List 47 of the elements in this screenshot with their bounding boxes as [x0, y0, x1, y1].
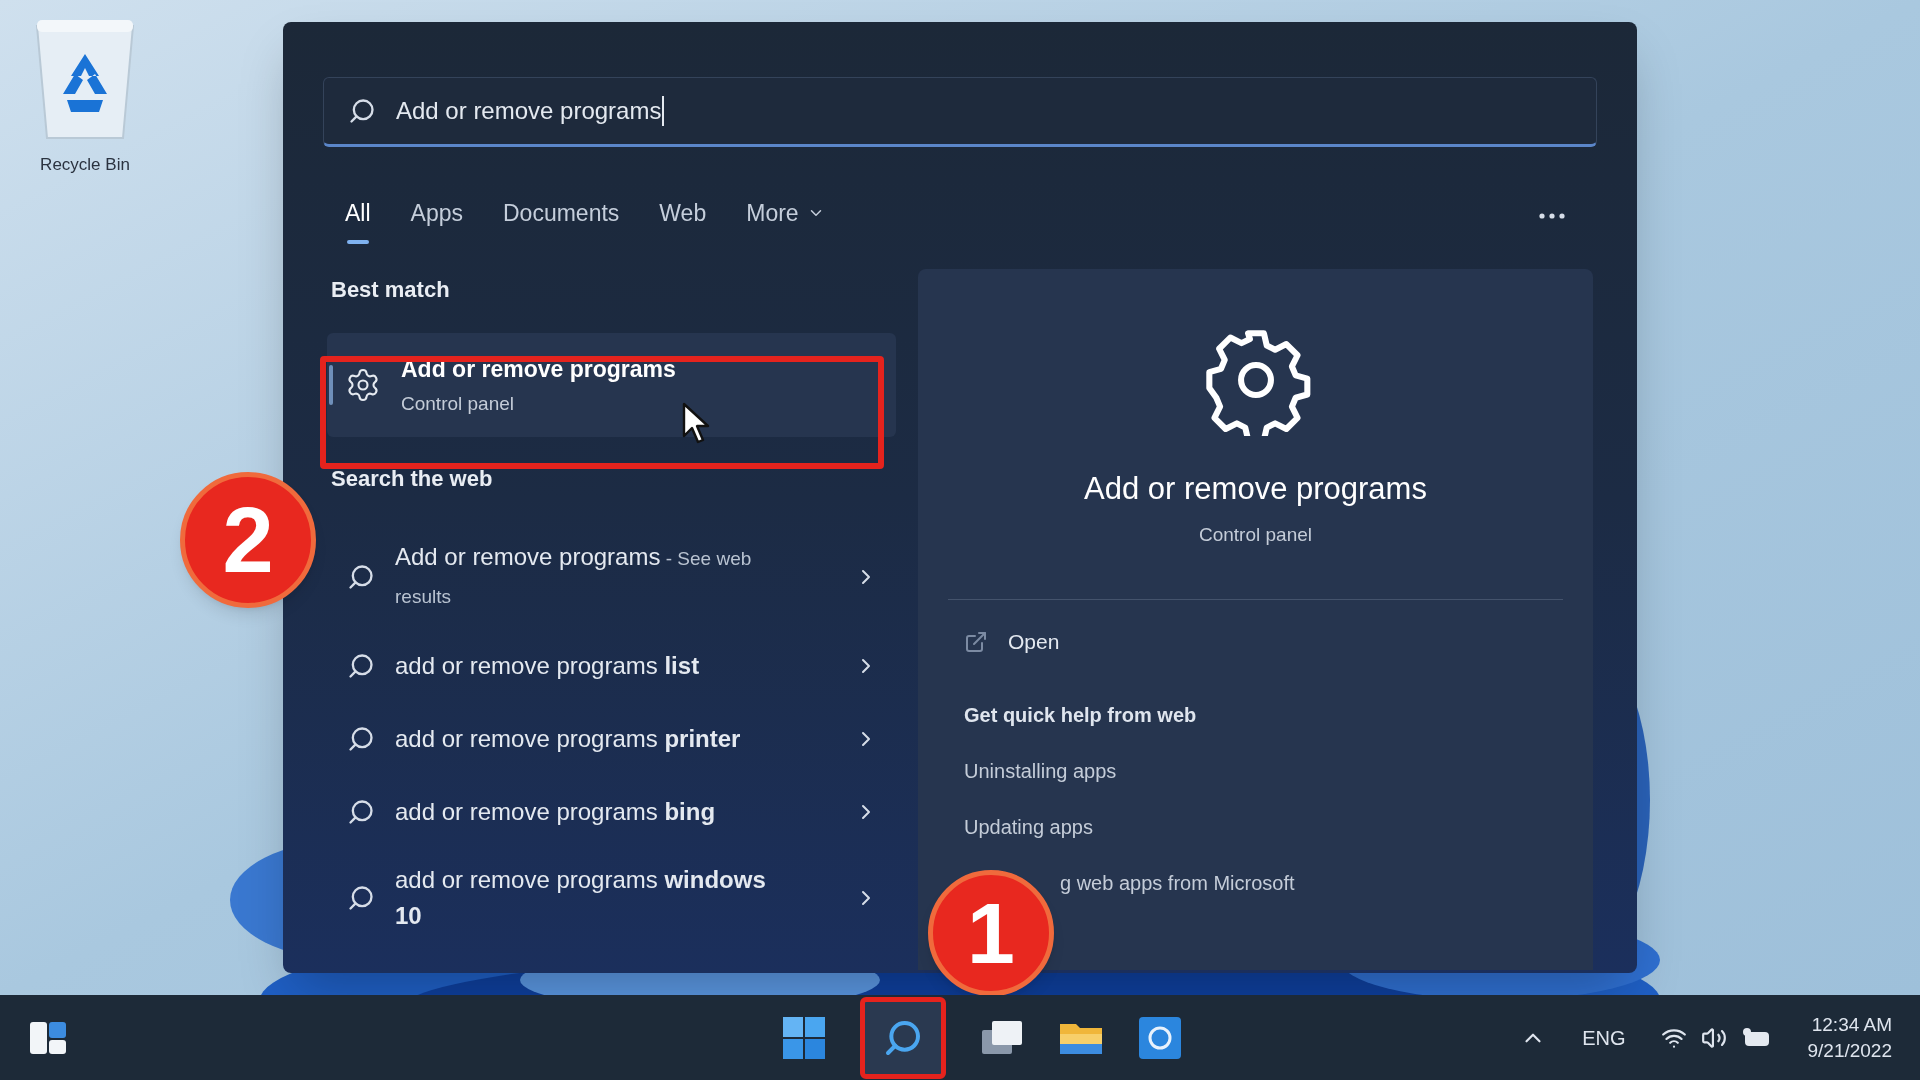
search-icon	[347, 651, 375, 680]
filter-tab[interactable]: All	[345, 195, 371, 237]
filter-tab[interactable]: Apps	[410, 195, 463, 237]
section-heading: Best match	[330, 276, 451, 304]
section-heading: Search the web	[330, 465, 494, 493]
web-result-item[interactable]: add or remove programs bing	[327, 775, 896, 848]
search-icon	[347, 724, 375, 753]
result-subtitle: Control panel	[401, 392, 515, 416]
store-icon[interactable]	[1138, 1015, 1182, 1060]
clock-time[interactable]: 12:34 AM	[1811, 1011, 1892, 1038]
more-icon	[1539, 213, 1565, 219]
search-taskbar-button[interactable]	[860, 996, 946, 1079]
web-result-item[interactable]: Add or remove programs - See web results	[327, 525, 896, 629]
external-link-icon	[964, 630, 988, 654]
search-icon	[347, 797, 375, 826]
help-link[interactable]: g web apps from Microsoft	[1060, 868, 1295, 898]
start-icon[interactable]	[782, 1015, 826, 1060]
search-icon	[348, 97, 376, 125]
widgets-icon[interactable]	[28, 1019, 68, 1056]
preview-subtitle: Control panel	[1199, 522, 1312, 547]
search-text: Add or remove programs	[396, 96, 665, 126]
language-indicator[interactable]: ENG	[1582, 1022, 1626, 1053]
open-button[interactable]: Open	[964, 622, 1563, 662]
web-result-item[interactable]: add or remove programs windows 10	[327, 848, 896, 948]
search-icon	[347, 884, 375, 912]
tab-indicator	[346, 240, 369, 245]
filter-tab[interactable]: Web	[659, 195, 707, 237]
help-link[interactable]: Updating apps	[964, 812, 1093, 842]
web-result-item[interactable]: add or remove programs list	[327, 629, 896, 702]
recycle-bin-label: Recycle Bin	[40, 154, 130, 176]
result-text: add or remove programs printer	[395, 723, 741, 754]
help-heading: Get quick help from web	[964, 703, 1198, 728]
clock-date[interactable]: 9/21/2022	[1807, 1037, 1892, 1064]
mouse-cursor-icon	[682, 402, 712, 444]
result-text: add or remove programs list	[395, 650, 700, 681]
filter-tab[interactable]: Documents	[503, 195, 620, 237]
search-icon	[347, 563, 375, 591]
result-text: Add or remove programs - See web results	[395, 542, 753, 609]
preview-title: Add or remove programs	[1084, 470, 1427, 508]
result-text: add or remove programs bing	[395, 796, 716, 827]
gear-icon	[345, 367, 381, 403]
help-link[interactable]: Uninstalling apps	[964, 756, 1117, 786]
search-field[interactable]: Add or remove programs	[323, 77, 1597, 147]
filter-tab[interactable]: More	[746, 195, 825, 237]
result-text: add or remove programs windows 10	[395, 865, 767, 931]
selection-bar	[329, 365, 333, 405]
web-result-item[interactable]: add or remove programs printer	[327, 702, 896, 775]
